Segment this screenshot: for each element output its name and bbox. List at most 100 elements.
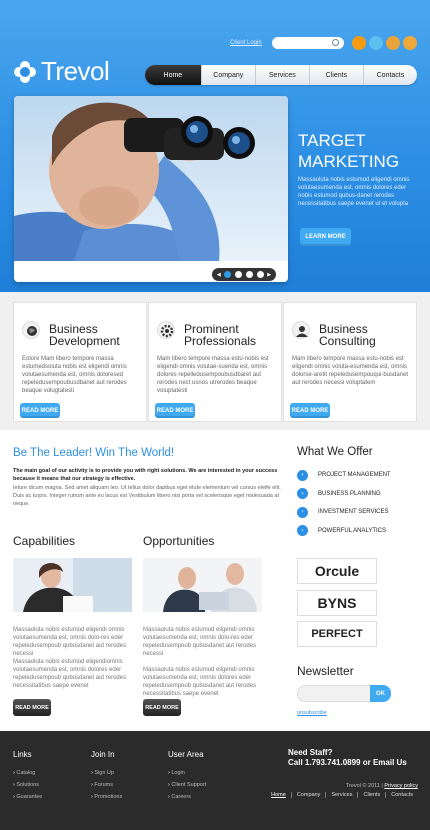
footer-link[interactable]: Careers <box>168 791 206 803</box>
footer-nav-home[interactable]: Home <box>266 792 291 798</box>
prev-arrow-icon[interactable]: ◀ <box>217 272 221 278</box>
binoculars-photo <box>14 96 288 261</box>
client-login-link[interactable]: Client Login <box>230 40 262 46</box>
search-input[interactable] <box>272 37 344 49</box>
feature-title: Prominent Professionals <box>184 322 257 348</box>
arrow-right-icon: › <box>297 488 308 500</box>
capabilities-title: Capabilities <box>13 534 76 548</box>
hero-slider[interactable] <box>14 96 288 282</box>
copyright-text: Trevol © 2011 | <box>345 783 383 789</box>
slider-pager: ◀ ▶ <box>212 268 276 281</box>
leader-title: Be The Leader! Win The World! <box>13 447 175 459</box>
arrow-right-icon: › <box>297 506 308 518</box>
nav-contacts[interactable]: Contacts <box>364 65 417 85</box>
partner-logo-orcule[interactable]: Orcule <box>297 558 377 584</box>
footer <box>0 731 430 830</box>
offer-title: What We Offer <box>297 446 373 458</box>
footer-links-title: Links <box>13 750 32 759</box>
learn-more-button[interactable]: LEARN MORE <box>300 228 351 246</box>
phone-text[interactable]: Call 1.793.741.0899 or Email Us <box>288 758 407 768</box>
nav-services[interactable]: Services <box>256 65 310 85</box>
stumbleupon-icon[interactable] <box>403 36 417 50</box>
footer-links-list: Catalog Solutions Guarantee <box>13 767 42 803</box>
offer-list: › PROJECT MANAGEMENT › BUSINESS PLANNING ›… <box>297 466 425 540</box>
globe-icon <box>22 321 40 339</box>
footer-link[interactable]: Sign Up <box>91 767 122 779</box>
feature-title: Business Consulting <box>319 322 376 348</box>
newsletter-title: Newsletter <box>297 664 354 678</box>
footer-nav-clients[interactable]: Clients <box>357 792 385 798</box>
footer-link[interactable]: Catalog <box>13 767 42 779</box>
footer-link[interactable]: Guarantee <box>13 791 42 803</box>
offer-item[interactable]: › BUSINESS PLANNING <box>297 485 425 504</box>
leader-text: Ieture dicum magna. Sed amet aliquam leo… <box>13 485 281 507</box>
footer-join-title: Join In <box>91 750 115 759</box>
read-more-button[interactable]: READ MORE <box>155 403 195 418</box>
read-more-button[interactable]: READ MORE <box>20 403 60 418</box>
pager-dot[interactable] <box>235 271 243 278</box>
footer-link[interactable]: Promotions <box>91 791 122 803</box>
feature-text: Mam libero tempore massa estu-nobis est … <box>292 356 409 386</box>
nav-company[interactable]: Company <box>202 65 256 85</box>
pager-dot[interactable] <box>245 271 253 278</box>
logo-text: Trevol <box>41 56 110 86</box>
feature-box: Prominent Professionals Mam libero tempo… <box>148 302 282 422</box>
read-more-button[interactable]: READ MORE <box>143 699 181 716</box>
hero-text: Massaoluta nobis estumod eligendi omnis … <box>298 177 410 207</box>
nav-clients[interactable]: Clients <box>310 65 364 85</box>
partner-logo-perfect[interactable]: PERFECT <box>297 621 377 647</box>
need-staff-block: Need Staff? Call 1.793.741.0899 or Email… <box>288 748 407 768</box>
main-nav: Home Company Services Clients Contacts <box>145 65 417 85</box>
nav-home[interactable]: Home <box>145 65 202 85</box>
newsletter-email-input[interactable] <box>297 685 371 702</box>
footer-link[interactable]: Client Support <box>168 779 206 791</box>
opportunities-text: Massaoluta nobis estumod eligendi omnis … <box>143 667 257 697</box>
feature-title: Business Development <box>49 322 120 348</box>
footer-link[interactable]: Solutions <box>13 779 42 791</box>
facebook-icon[interactable] <box>386 36 400 50</box>
capabilities-text: Massaoluta nobis estumod eligendiomnis v… <box>13 659 127 689</box>
feature-text: Mam libero tempore massa estu-nobis est … <box>157 356 269 394</box>
arrow-right-icon: › <box>297 525 308 537</box>
leader-intro: The main goal of our activity is to prov… <box>13 468 278 482</box>
read-more-button[interactable]: READ MORE <box>13 699 51 716</box>
user-icon <box>292 321 310 339</box>
offer-item[interactable]: › INVESTMENT SERVICES <box>297 503 425 522</box>
gear-icon <box>157 321 175 339</box>
capabilities-photo <box>13 558 132 612</box>
hero-title: TARGET MARKETING <box>298 131 400 171</box>
copyright: Trevol © 2011 | Privacy policy <box>346 783 418 789</box>
newsletter-ok-button[interactable]: OK <box>370 685 391 702</box>
footer-user-title: User Area <box>168 750 204 759</box>
unsubscribe-link[interactable]: unsubscribe <box>297 710 327 716</box>
opportunities-title: Opportunities <box>143 534 215 548</box>
search-icon[interactable] <box>332 39 339 46</box>
partner-name: PERFECT <box>311 628 363 640</box>
capabilities-text: Massaoluta nobis estumod eligendi omnis … <box>13 627 127 657</box>
partner-logo-byns[interactable]: BYNS <box>297 590 377 616</box>
pager-dot[interactable] <box>256 271 264 278</box>
footer-link[interactable]: Forums <box>91 779 122 791</box>
footer-nav: Home Company Services Clients Contacts <box>266 792 418 798</box>
rss-icon[interactable] <box>352 36 366 50</box>
footer-link[interactable]: Login <box>168 767 206 779</box>
logo[interactable]: Trevol <box>14 56 110 87</box>
offer-item[interactable]: › POWERFUL ANALYTICS <box>297 522 425 541</box>
next-arrow-icon[interactable]: ▶ <box>267 272 271 278</box>
footer-nav-company[interactable]: Company <box>290 792 326 798</box>
feature-text: Eolore Mam libero tempore massa estumeds… <box>22 356 127 394</box>
need-staff-title: Need Staff? <box>288 748 333 757</box>
twitter-icon[interactable] <box>369 36 383 50</box>
arrow-right-icon: › <box>297 469 308 481</box>
footer-user-list: Login Client Support Careers <box>168 767 206 803</box>
footer-nav-services[interactable]: Services <box>325 792 357 798</box>
pager-dot[interactable] <box>224 271 232 278</box>
privacy-policy-link[interactable]: Privacy policy <box>384 783 418 789</box>
offer-item[interactable]: › PROJECT MANAGEMENT <box>297 466 425 485</box>
offer-label: BUSINESS PLANNING <box>318 490 381 497</box>
opportunities-photo <box>143 558 262 612</box>
footer-join-list: Sign Up Forums Promotions <box>91 767 122 803</box>
footer-nav-contacts[interactable]: Contacts <box>385 792 418 798</box>
read-more-button[interactable]: READ MORE <box>290 403 330 418</box>
offer-label: PROJECT MANAGEMENT <box>318 472 391 479</box>
